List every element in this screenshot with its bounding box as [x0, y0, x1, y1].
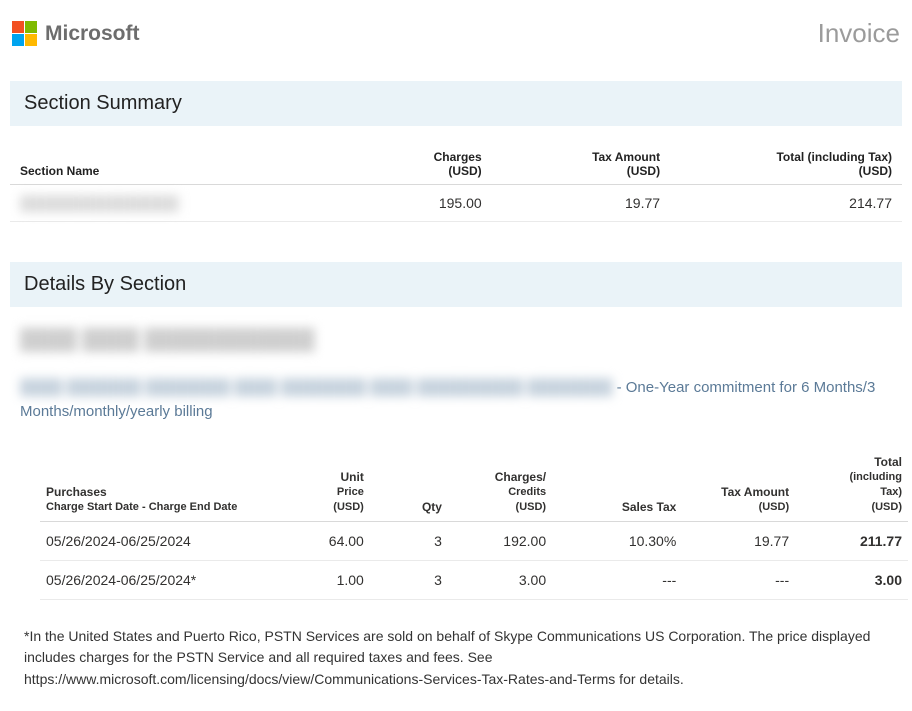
cell-period: 05/26/2024-06/25/2024*: [40, 560, 283, 599]
cell-total: 211.77: [795, 521, 908, 560]
item-description: ████ ███████ ████████ ████ ████████ ████…: [20, 376, 902, 424]
microsoft-logo-icon: [12, 21, 37, 46]
cell-charges: 3.00: [448, 560, 552, 599]
col-purchases: Purchases Charge Start Date - Charge End…: [40, 452, 283, 521]
th-sub: Price: [289, 485, 364, 500]
details-subheading-redacted: ████ ████ ████████████: [20, 329, 902, 352]
brand-text: Microsoft: [45, 22, 140, 46]
page-title: Invoice: [818, 18, 900, 49]
details-table: Purchases Charge Start Date - Charge End…: [40, 452, 908, 600]
col-total: Total (including Tax) (USD): [795, 452, 908, 521]
th-sub: Credits: [454, 485, 546, 500]
section-summary-heading: Section Summary: [10, 81, 902, 126]
col-section-name: Section Name: [10, 148, 349, 185]
col-tax-amount: Tax Amount (USD): [492, 148, 670, 185]
cell-qty: 3: [370, 521, 448, 560]
header: Microsoft Invoice: [10, 18, 902, 49]
col-charges: Charges (USD): [349, 148, 492, 185]
cell-unit-price: 64.00: [283, 521, 370, 560]
details-heading: Details By Section: [10, 262, 902, 307]
th-sub: (including: [801, 470, 902, 485]
col-sales-tax: Sales Tax: [552, 452, 682, 521]
cell-charges: 195.00: [349, 185, 492, 222]
redacted-text: ████████████████: [20, 195, 179, 211]
cell-tax-amount: ---: [682, 560, 795, 599]
th-sub: Tax): [801, 485, 902, 500]
cell-unit-price: 1.00: [283, 560, 370, 599]
th-sub: (USD): [688, 500, 789, 515]
col-charges-credits: Charges/ Credits (USD): [448, 452, 552, 521]
col-tax-amount: Tax Amount (USD): [682, 452, 795, 521]
cell-period: 05/26/2024-06/25/2024: [40, 521, 283, 560]
th-label: Tax Amount: [592, 150, 660, 164]
th-label: Total (including Tax): [776, 150, 892, 164]
table-row: 05/26/2024-06/25/2024* 1.00 3 3.00 --- -…: [40, 560, 908, 599]
th-label: Total: [874, 455, 902, 469]
cell-charges: 192.00: [448, 521, 552, 560]
th-label: Qty: [422, 500, 442, 514]
th-unit: (USD): [502, 164, 660, 178]
item-redacted-prefix: ████ ███████ ████████ ████ ████████ ████…: [20, 379, 612, 396]
cell-tax: 19.77: [492, 185, 670, 222]
th-label: Charges/: [495, 470, 546, 484]
th-sub: Charge Start Date - Charge End Date: [46, 500, 277, 515]
th-label: Tax Amount: [721, 485, 789, 499]
cell-sales-tax: 10.30%: [552, 521, 682, 560]
footnote: *In the United States and Puerto Rico, P…: [24, 626, 888, 691]
summary-table: Section Name Charges (USD) Tax Amount (U…: [10, 148, 902, 222]
th-label: Section Name: [20, 164, 99, 178]
th-label: Sales Tax: [622, 500, 676, 514]
col-total: Total (including Tax) (USD): [670, 148, 902, 185]
th-label: Purchases: [46, 485, 107, 499]
th-sub: (USD): [454, 500, 546, 515]
th-unit: (USD): [680, 164, 892, 178]
col-unit-price: Unit Price (USD): [283, 452, 370, 521]
th-sub: (USD): [801, 500, 902, 515]
cell-total: 214.77: [670, 185, 902, 222]
cell-section-name: ████████████████: [10, 185, 349, 222]
table-row: 05/26/2024-06/25/2024 64.00 3 192.00 10.…: [40, 521, 908, 560]
cell-sales-tax: ---: [552, 560, 682, 599]
cell-qty: 3: [370, 560, 448, 599]
th-sub: (USD): [289, 500, 364, 515]
brand-block: Microsoft: [12, 21, 140, 46]
th-label: Charges: [434, 150, 482, 164]
col-qty: Qty: [370, 452, 448, 521]
th-unit: (USD): [359, 164, 482, 178]
cell-total: 3.00: [795, 560, 908, 599]
table-row: ████████████████ 195.00 19.77 214.77: [10, 185, 902, 222]
th-label: Unit: [341, 470, 364, 484]
cell-tax-amount: 19.77: [682, 521, 795, 560]
